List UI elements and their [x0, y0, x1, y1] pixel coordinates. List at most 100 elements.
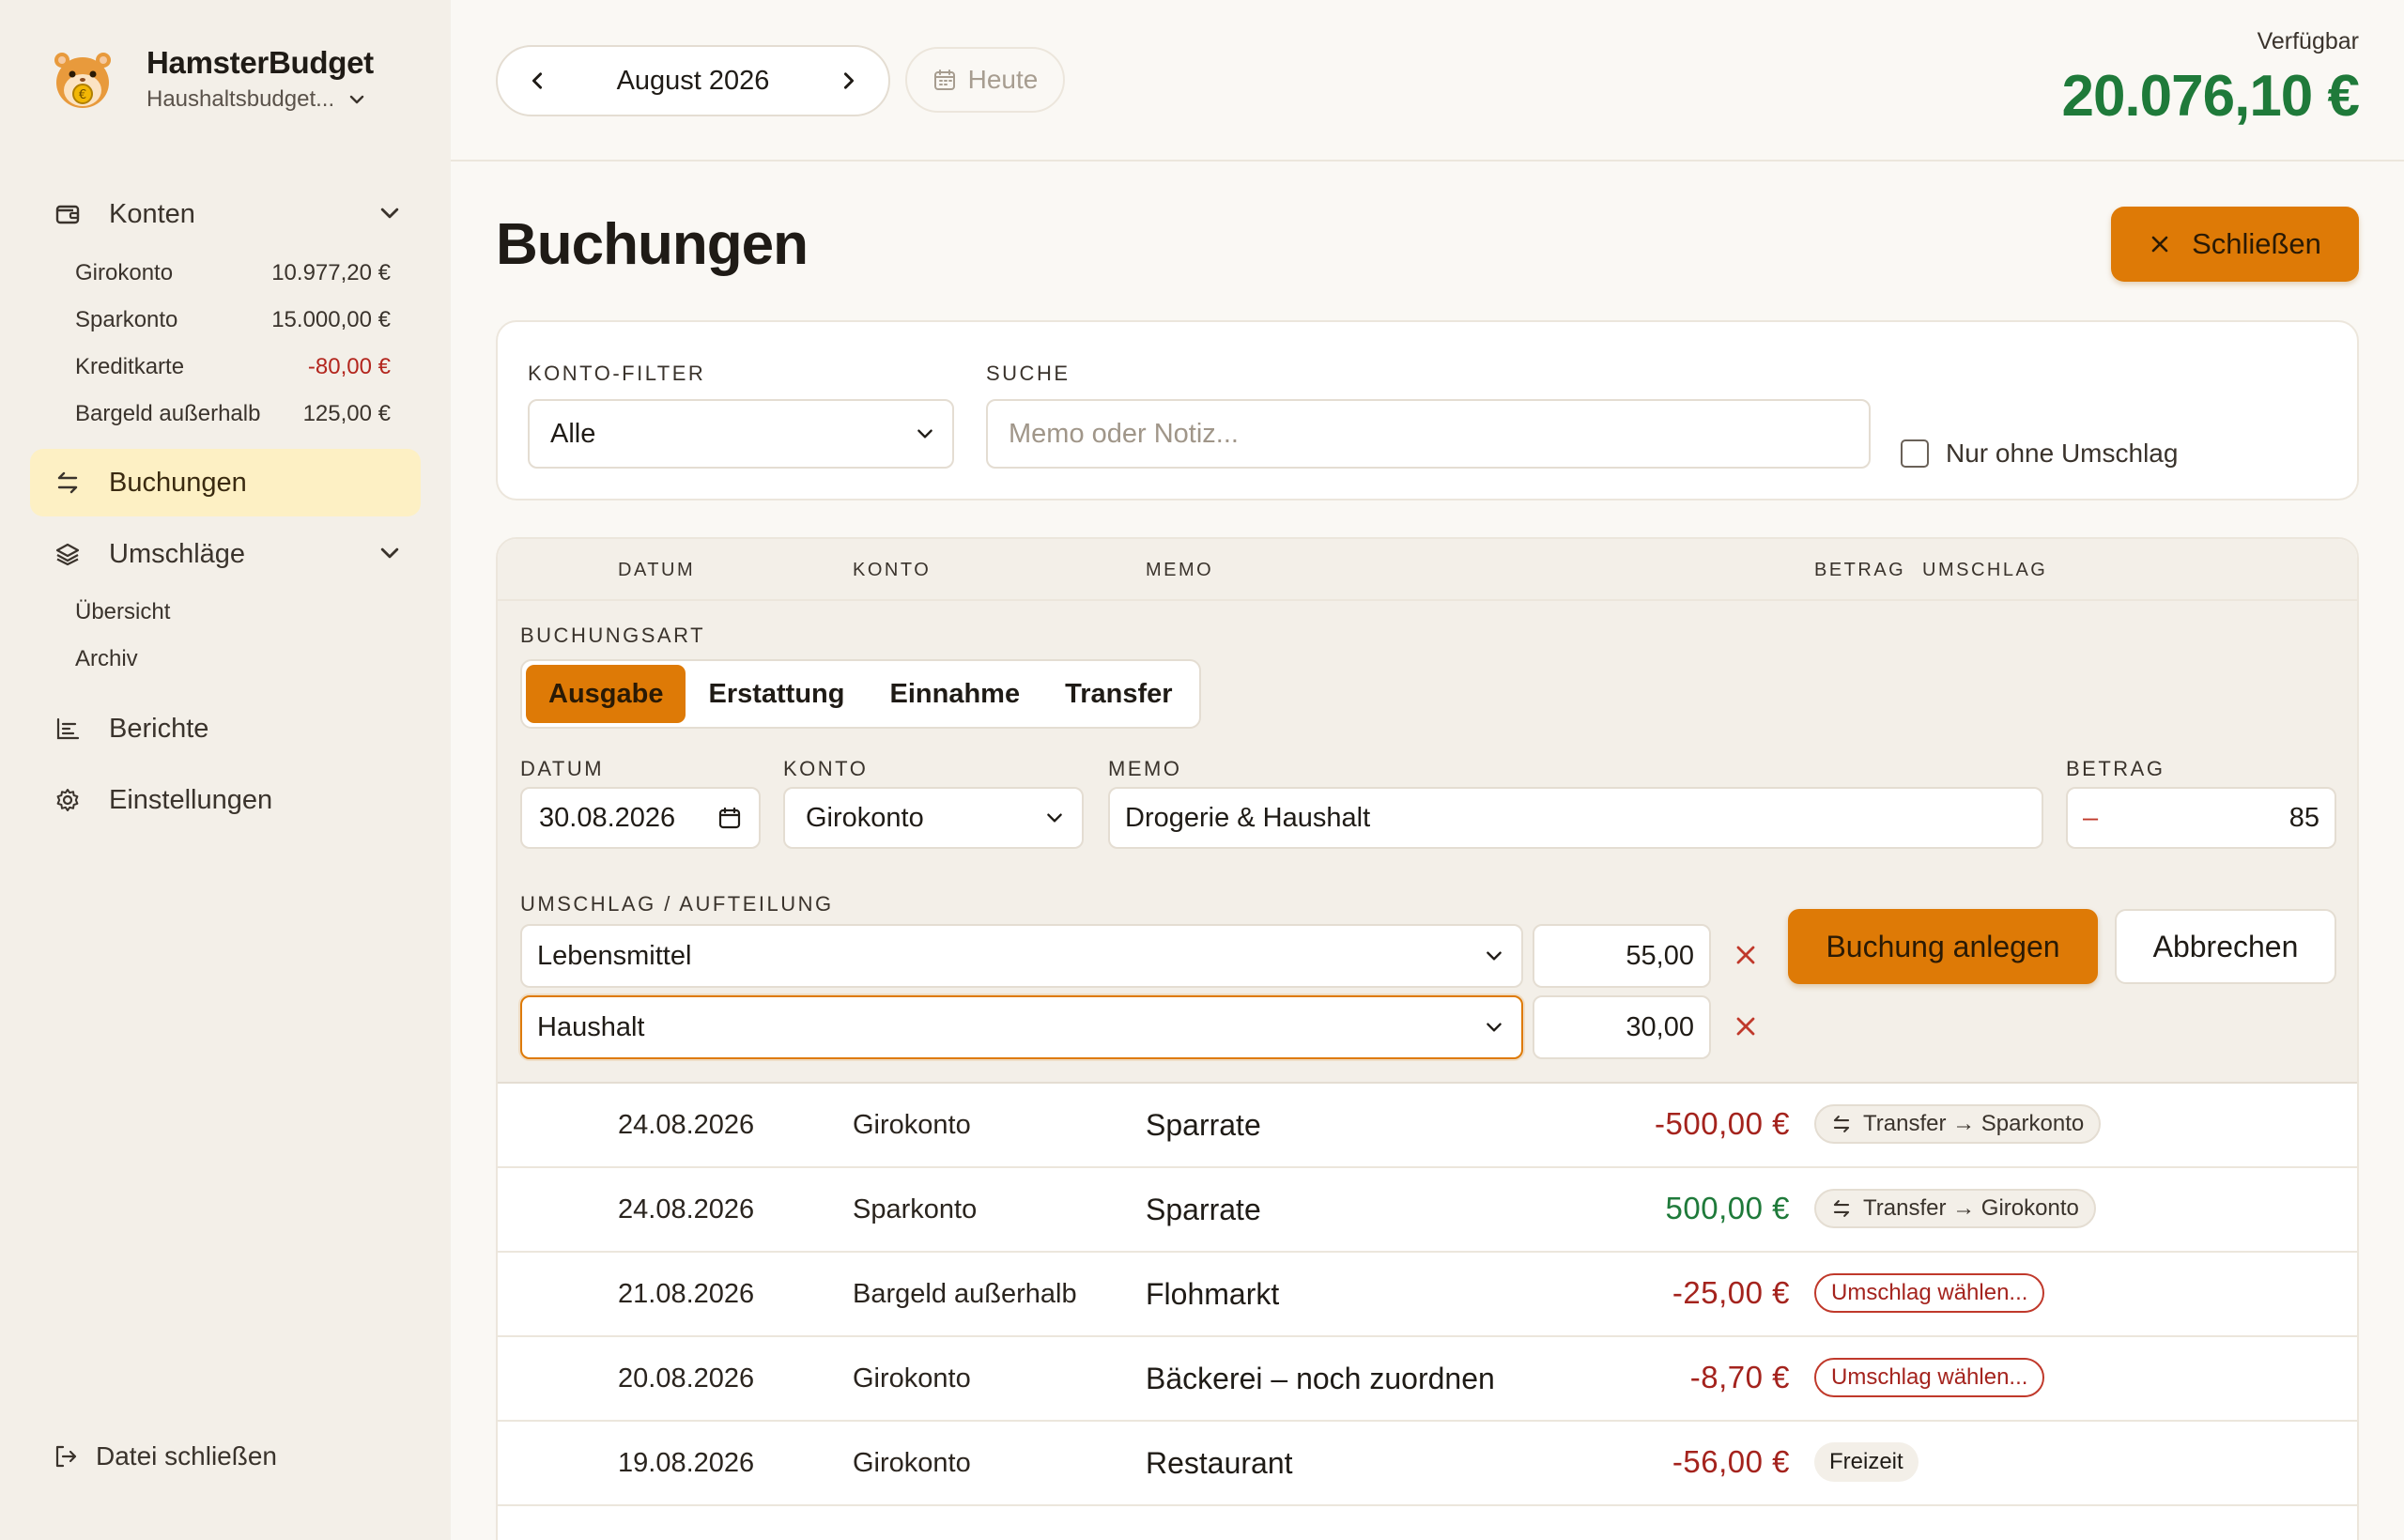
transfer-tag-label: Transfer → Girokonto — [1863, 1195, 2079, 1221]
date-label: DATUM — [520, 757, 605, 780]
table-row[interactable]: 24.08.2026 Sparkonto Sparrate 500,00 € T… — [498, 1168, 2357, 1253]
row-date: 24.08.2026 — [618, 1194, 755, 1224]
split-amount-value: 30,00 — [1626, 1011, 1694, 1042]
date-input[interactable]: 30.08.2026 — [520, 787, 761, 849]
account-kreditkarte[interactable]: Kreditkarte -80,00 € — [75, 354, 391, 380]
close-file-button[interactable]: Datei schließen — [53, 1441, 277, 1471]
nav-bookings-label: Buchungen — [109, 467, 247, 498]
nav-envelopes-label: Umschläge — [109, 538, 246, 569]
today-label: Heute — [967, 65, 1039, 94]
amount-input[interactable]: – 85 — [2066, 787, 2336, 849]
nav-reports[interactable]: Berichte — [30, 695, 421, 762]
account-sparkonto[interactable]: Sparkonto 15.000,00 € — [75, 307, 391, 333]
nav-bookings[interactable]: Buchungen — [30, 449, 421, 516]
booking-type-switch: Ausgabe Erstattung Einnahme Transfer — [520, 659, 1201, 729]
envelopes-overview-link[interactable]: Übersicht — [75, 599, 170, 625]
remove-split-icon[interactable] — [1730, 941, 1762, 969]
available-label: Verfügbar — [2257, 28, 2359, 54]
no-envelope-checkbox[interactable]: Nur ohne Umschlag — [1901, 439, 2178, 469]
filter-card: KONTO-FILTER Alle SUCHE Memo oder Notiz.… — [496, 320, 2359, 500]
arrows-exchange-icon — [1833, 1116, 1850, 1132]
row-date: 24.08.2026 — [618, 1110, 755, 1140]
checkbox-box[interactable] — [1901, 439, 1929, 468]
row-memo: Sparrate — [1146, 1193, 1261, 1226]
split-envelope-select[interactable]: Haushalt — [520, 995, 1523, 1059]
table-row[interactable]: 21.08.2026 Bargeld außerhalb Flohmarkt -… — [498, 1253, 2357, 1337]
row-account: Sparkonto — [853, 1194, 978, 1224]
calendar-icon — [933, 69, 955, 90]
type-erstattung[interactable]: Erstattung — [686, 665, 867, 723]
account-filter-select[interactable]: Alle — [528, 399, 954, 469]
booking-editor: BUCHUNGSART Ausgabe Erstattung Einnahme … — [498, 601, 2357, 1084]
split-amount-value: 55,00 — [1626, 940, 1694, 971]
account-balance: 15.000,00 € — [271, 307, 391, 332]
account-label: KONTO — [783, 757, 869, 780]
account-select[interactable]: Girokonto — [783, 787, 1084, 849]
choose-envelope-button[interactable]: Umschlag wählen... — [1814, 1358, 2045, 1397]
nav-reports-label: Berichte — [109, 713, 209, 744]
chevron-down-icon[interactable] — [378, 541, 402, 565]
account-girokonto[interactable]: Girokonto 10.977,20 € — [75, 260, 391, 286]
account-name: Girokonto — [75, 260, 174, 285]
table-row[interactable]: 19.08.2026 Girokonto Restaurant -56,00 €… — [498, 1422, 2357, 1506]
nav-settings[interactable]: Einstellungen — [30, 766, 421, 834]
nav-envelopes[interactable]: Umschläge — [30, 520, 421, 588]
account-bargeld[interactable]: Bargeld außerhalb 125,00 € — [75, 401, 391, 427]
envelope-tag[interactable]: Freizeit — [1814, 1442, 1919, 1482]
type-transfer[interactable]: Transfer — [1042, 665, 1194, 723]
transfer-tag: Transfer → Sparkonto — [1814, 1104, 2102, 1144]
transfer-tag: Transfer → Girokonto — [1814, 1189, 2096, 1228]
arrows-exchange-icon — [53, 468, 83, 498]
amount-sign-toggle[interactable]: – — [2083, 803, 2098, 834]
brand[interactable]: € HamsterBudget Haushaltsbudget... — [49, 45, 374, 113]
row-date: 20.08.2026 — [618, 1363, 755, 1394]
cancel-button[interactable]: Abbrechen — [2115, 909, 2336, 984]
logout-icon — [55, 1445, 77, 1468]
chevron-left-icon[interactable] — [526, 69, 548, 92]
calendar-icon[interactable] — [717, 806, 742, 830]
page-title: Buchungen — [496, 212, 809, 277]
booking-type-label: BUCHUNGSART — [520, 624, 706, 647]
row-amount: -25,00 € — [1672, 1275, 1790, 1310]
header-date: DATUM — [618, 560, 696, 580]
search-input[interactable]: Memo oder Notiz... — [986, 399, 1871, 469]
row-account: Bargeld außerhalb — [853, 1279, 1077, 1309]
choose-envelope-button[interactable]: Umschlag wählen... — [1814, 1273, 2045, 1313]
available-summary: Verfügbar 20.076,10 € — [2061, 28, 2360, 130]
memo-input[interactable]: Drogerie & Haushalt — [1108, 787, 2043, 849]
remove-split-icon[interactable] — [1730, 1012, 1762, 1040]
close-button[interactable]: Schließen — [2111, 207, 2359, 282]
table-row[interactable]: 20.08.2026 Girokonto Bäckerei – noch zuo… — [498, 1337, 2357, 1422]
row-date: 21.08.2026 — [618, 1279, 755, 1309]
chevron-right-icon[interactable] — [838, 69, 860, 92]
row-amount: -8,70 € — [1689, 1360, 1790, 1394]
split-amount-input[interactable]: 30,00 — [1533, 995, 1711, 1059]
row-account: Girokonto — [853, 1363, 971, 1394]
hamster-logo-icon: € — [54, 53, 111, 108]
split-envelope-value: Haushalt — [537, 1011, 645, 1042]
no-envelope-label: Nur ohne Umschlag — [1946, 439, 2179, 468]
chevron-down-icon — [1487, 1023, 1502, 1032]
header-account: KONTO — [853, 560, 932, 580]
split-envelope-select[interactable]: Lebensmittel — [520, 924, 1523, 988]
nav-accounts[interactable]: Konten — [30, 180, 421, 248]
search-label: SUCHE — [986, 362, 1071, 385]
type-einnahme[interactable]: Einnahme — [867, 665, 1042, 723]
row-account: Girokonto — [853, 1110, 971, 1140]
sidebar: € HamsterBudget Haushaltsbudget... Konte… — [0, 0, 451, 1540]
today-button[interactable]: Heute — [905, 47, 1065, 113]
split-label: UMSCHLAG / AUFTEILUNG — [520, 892, 834, 916]
header-memo: MEMO — [1146, 560, 1214, 580]
chevron-down-icon[interactable] — [378, 201, 402, 225]
envelopes-archive-link[interactable]: Archiv — [75, 646, 138, 672]
split-amount-input[interactable]: 55,00 — [1533, 924, 1711, 988]
row-account: Girokonto — [853, 1448, 971, 1478]
type-ausgabe[interactable]: Ausgabe — [526, 665, 686, 723]
create-booking-button[interactable]: Buchung anlegen — [1788, 909, 2098, 984]
topbar: August 2026 Heute Verfügbar 20.076,10 € — [451, 0, 2404, 162]
account-name: Kreditkarte — [75, 354, 185, 379]
budget-selector[interactable]: Haushaltsbudget... — [146, 86, 374, 113]
budget-name: Haushaltsbudget... — [146, 86, 335, 112]
table-row[interactable]: 24.08.2026 Girokonto Sparrate -500,00 € … — [498, 1084, 2357, 1168]
close-label: Schließen — [2192, 227, 2321, 260]
